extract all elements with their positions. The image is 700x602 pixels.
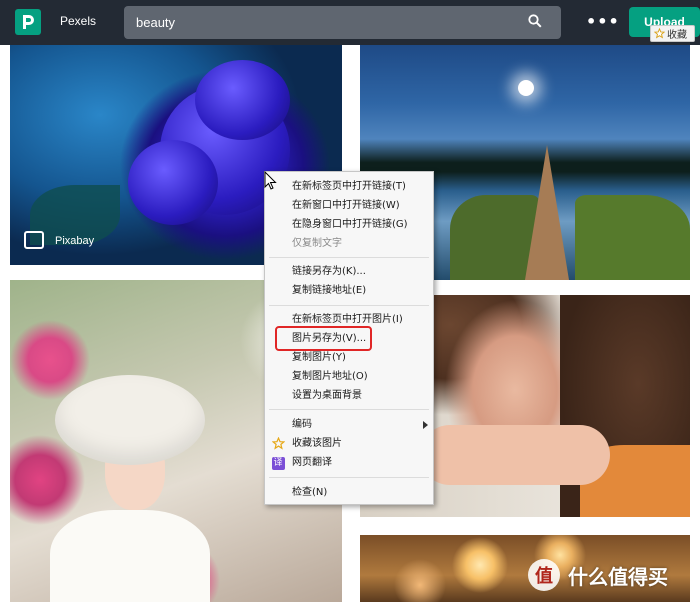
menu-open-link-new-tab[interactable]: 在新标签页中打开链接(T) [265, 177, 433, 196]
search-input[interactable]: beauty [124, 6, 561, 39]
translate-badge: 译 [271, 456, 285, 470]
menu-separator [269, 409, 429, 410]
menu-separator [269, 257, 429, 258]
logo-p-icon [23, 15, 34, 29]
menu-set-as-wallpaper[interactable]: 设置为桌面背景 [265, 386, 433, 405]
menu-favorite-image[interactable]: 收藏该图片 [265, 434, 433, 453]
star-icon [654, 28, 665, 39]
watermark: 值 什么值得买 [528, 558, 693, 592]
brand-name[interactable]: Pexels [60, 14, 96, 28]
search-icon[interactable] [528, 14, 542, 28]
mouse-cursor-icon [264, 171, 277, 190]
highlight-box [275, 326, 372, 351]
menu-copy-link-address[interactable]: 复制链接地址(E) [265, 281, 433, 300]
straw-hat [55, 375, 205, 465]
rose-petal [195, 60, 290, 140]
dress [50, 510, 210, 602]
menu-copy-image-address[interactable]: 复制图片地址(O) [265, 367, 433, 386]
collect-label: 收藏 [667, 30, 687, 41]
pexels-logo-icon[interactable] [15, 9, 41, 35]
collect-button[interactable]: 收藏 [650, 25, 695, 42]
moon [518, 80, 534, 96]
menu-inspect[interactable]: 检查(N) [265, 483, 433, 502]
menu-encoding[interactable]: 编码 [265, 415, 433, 434]
menu-open-link-new-window[interactable]: 在新窗口中打开链接(W) [265, 196, 433, 215]
star-icon [271, 436, 285, 450]
more-options-button[interactable]: ••• [586, 12, 620, 31]
menu-copy-text-only[interactable]: 仅复制文字 [265, 234, 433, 253]
menu-save-link-as[interactable]: 链接另存为(K)... [265, 262, 433, 281]
rose-petal [128, 140, 218, 225]
camera-icon [24, 231, 44, 249]
watermark-logo: 值 [528, 559, 560, 591]
submenu-arrow-icon [423, 421, 428, 429]
watermark-text: 什么值得买 [568, 564, 668, 589]
menu-separator [269, 477, 429, 478]
photo-credit[interactable]: Pixabay [55, 235, 94, 247]
wooden-dock [525, 145, 569, 280]
arm [420, 425, 610, 485]
menu-translate-page[interactable]: 网页翻译 [265, 453, 433, 472]
menu-separator [269, 305, 429, 306]
translate-icon: 译 [271, 456, 285, 470]
top-navigation-bar: Pexels beauty ••• Upload 收藏 [0, 0, 700, 45]
shore [575, 195, 690, 280]
menu-open-link-incognito[interactable]: 在隐身窗口中打开链接(G) [265, 215, 433, 234]
